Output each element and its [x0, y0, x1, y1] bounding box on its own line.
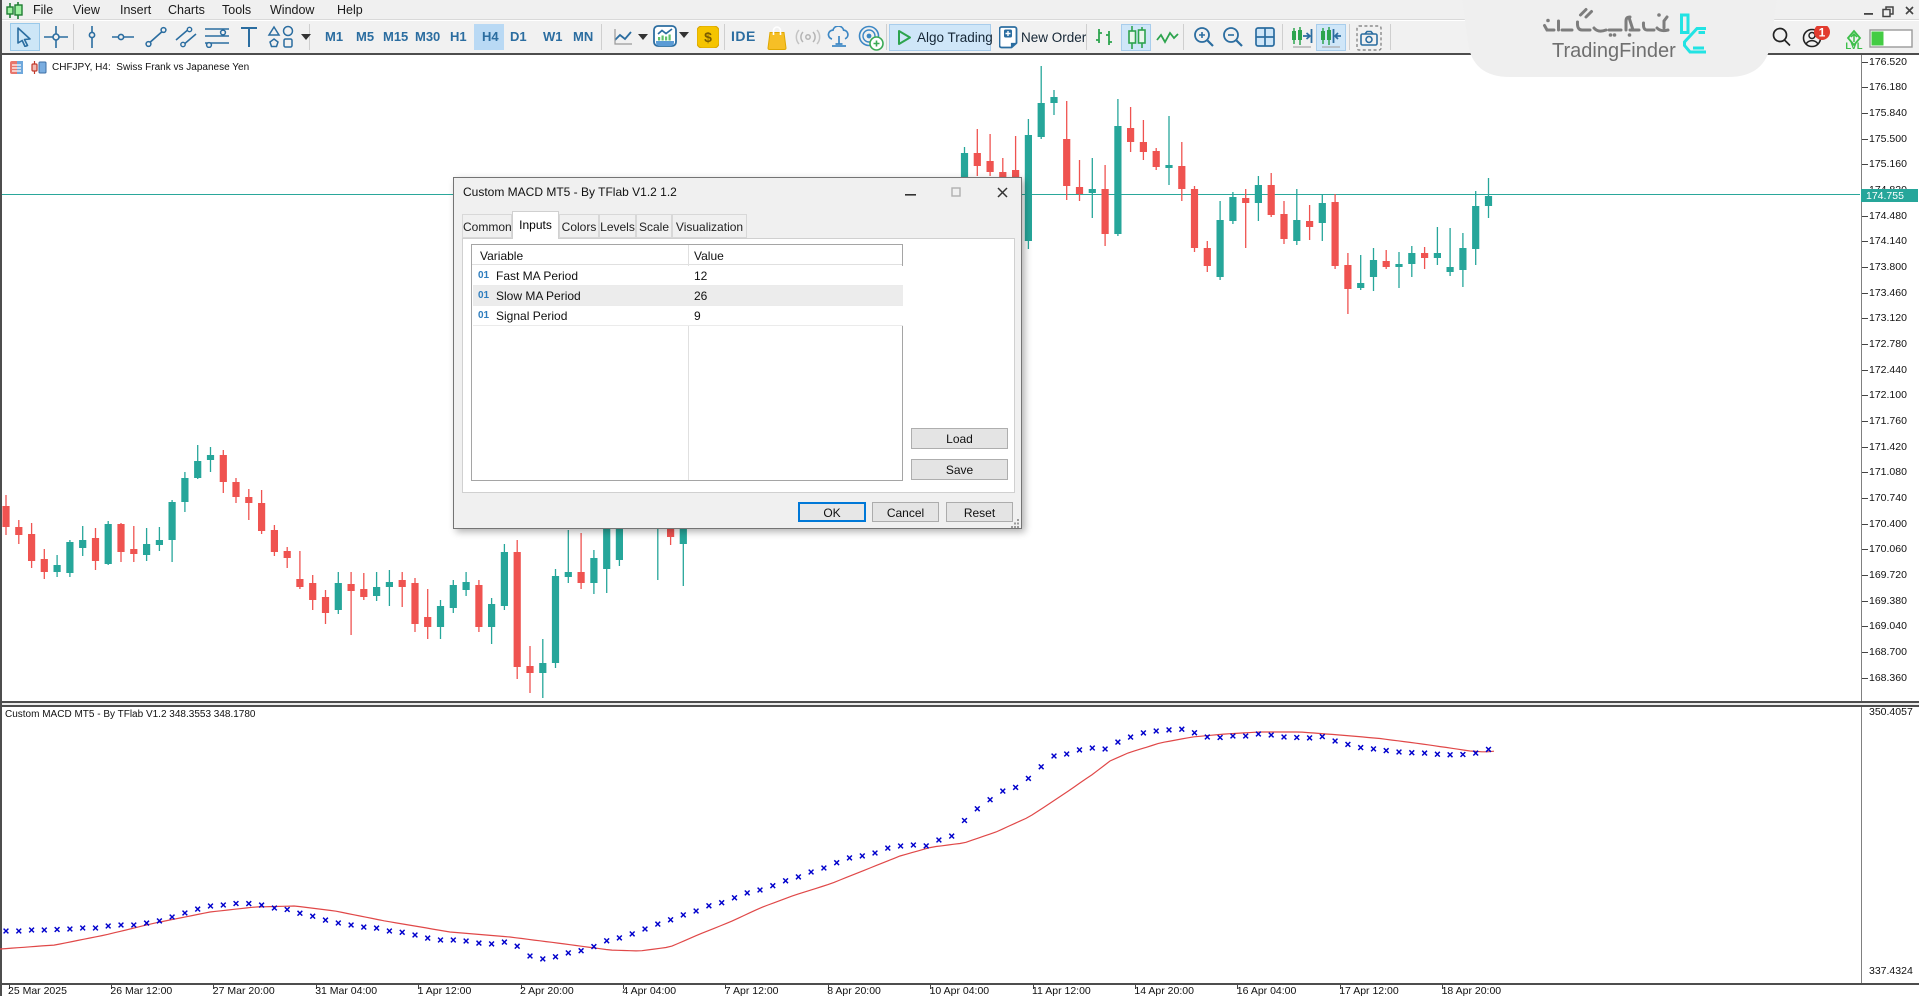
svg-text:LVL: LVL — [1845, 41, 1862, 50]
svg-text:TradingFinder: TradingFinder — [1552, 40, 1676, 62]
svg-text:1: 1 — [1819, 26, 1826, 40]
